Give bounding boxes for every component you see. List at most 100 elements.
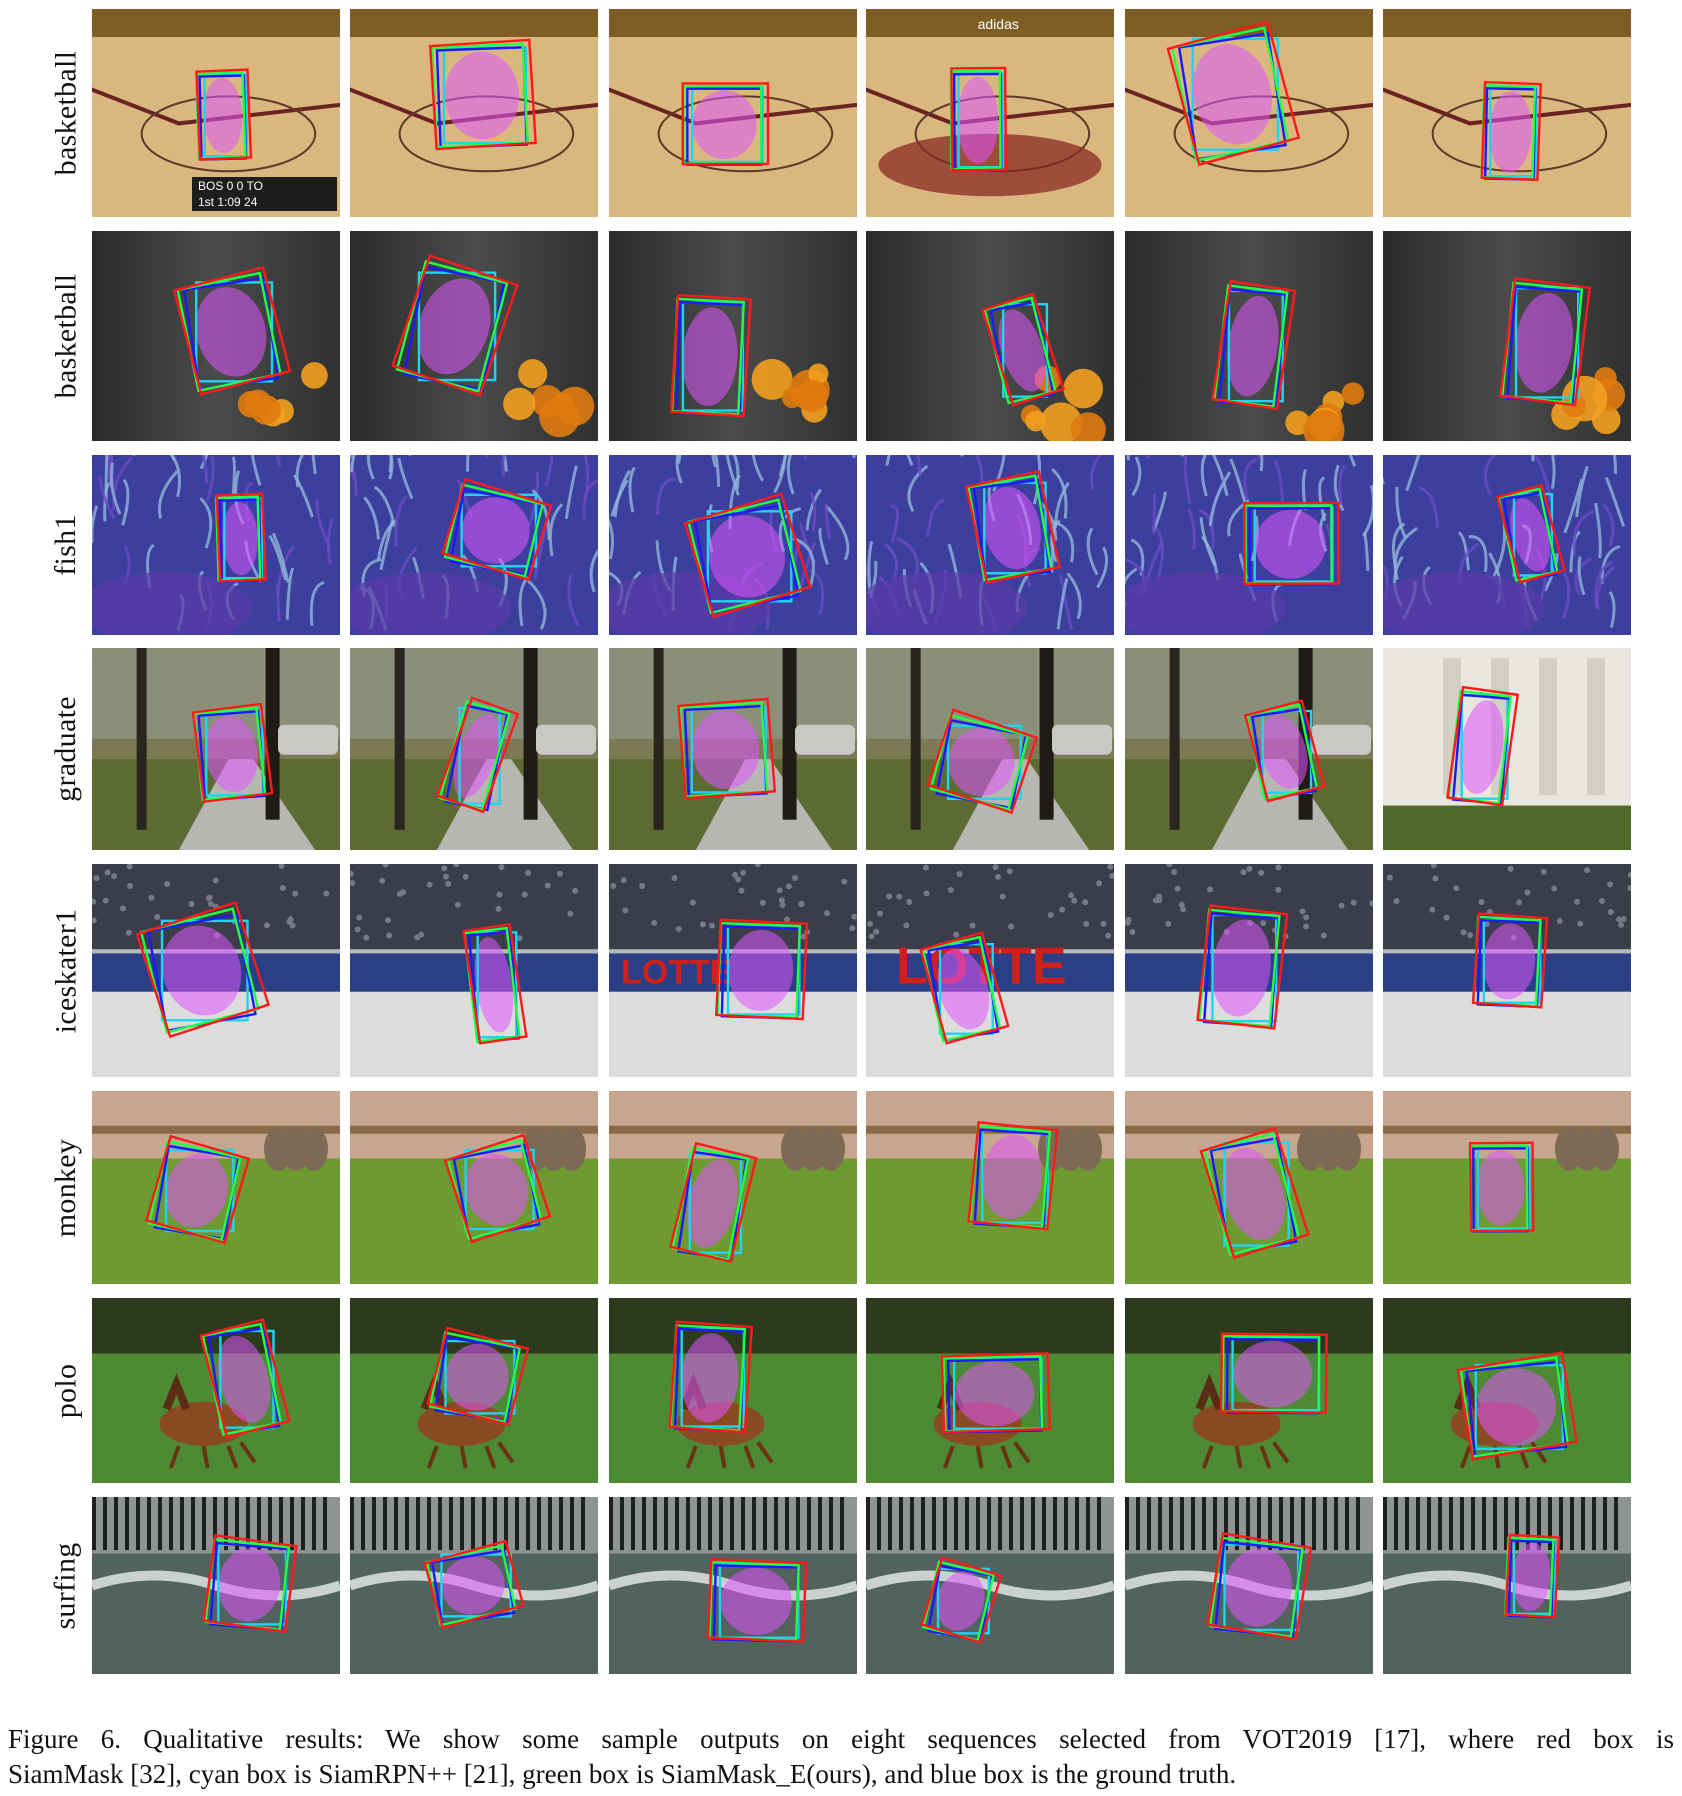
frame-3-2 (350, 455, 598, 635)
frame-image: LOTTE JSF (609, 864, 857, 1077)
frame-6-4 (866, 1091, 1114, 1284)
frame-image (350, 1298, 598, 1483)
frame-image (350, 231, 598, 441)
frame-image (92, 648, 340, 850)
frame-image (609, 1497, 857, 1674)
frame-7-3 (609, 1298, 857, 1483)
frame-8-5 (1125, 1497, 1373, 1674)
frame-4-5 (1125, 648, 1373, 850)
frame-image (1383, 231, 1631, 441)
frame-image (1383, 455, 1631, 635)
scoreboard-text: BOS 0 0 TO (198, 179, 263, 193)
frame-image (609, 1298, 857, 1483)
frame-image (866, 455, 1114, 635)
frame-image (1383, 9, 1631, 217)
frame-4-2 (350, 648, 598, 850)
frame-1-6 (1383, 9, 1631, 217)
frame-image (350, 648, 598, 850)
frame-image: BOS 0 0 TO 1st 1:09 24 (92, 9, 340, 217)
row-label-text: basketball (49, 50, 83, 176)
frame-image (350, 9, 598, 217)
frame-image (350, 1497, 598, 1674)
frame-image (609, 9, 857, 217)
caption-line-1: Figure 6. Qualitative results: We show s… (8, 1724, 1674, 1754)
row-label-text: polo (49, 1363, 83, 1418)
row-label-iceskater1: iceskater1 (46, 864, 86, 1077)
frame-image (1383, 1091, 1631, 1284)
frame-2-4 (866, 231, 1114, 441)
frame-image (92, 231, 340, 441)
frame-image (866, 231, 1114, 441)
frame-image (866, 1091, 1114, 1284)
frame-image (92, 1497, 340, 1674)
scoreboard-text-2: 1st 1:09 24 (198, 195, 258, 209)
frame-2-2 (350, 231, 598, 441)
frame-5-5 (1125, 864, 1373, 1077)
frame-6-6 (1383, 1091, 1631, 1284)
frame-1-2 (350, 9, 598, 217)
frame-5-6 (1383, 864, 1631, 1077)
frame-7-1 (92, 1298, 340, 1483)
frame-6-1 (92, 1091, 340, 1284)
frame-image (609, 455, 857, 635)
frame-5-3: LOTTE JSF (609, 864, 857, 1077)
frame-5-2 (350, 864, 598, 1077)
frame-4-4 (866, 648, 1114, 850)
row-label-polo: polo (46, 1298, 86, 1483)
frame-8-4 (866, 1497, 1114, 1674)
frame-image (350, 455, 598, 635)
frame-1-4: adidas (866, 9, 1114, 217)
qualitative-results-figure: basketball BOS 0 0 TO 1st 1:09 24 adidas bas… (0, 0, 1682, 1796)
frame-image (866, 1497, 1114, 1674)
lotte-text: LOTTE (621, 953, 732, 991)
frame-image (1125, 648, 1373, 850)
row-label-graduate: graduate (46, 648, 86, 850)
frame-image (1383, 1298, 1631, 1483)
frame-image (1125, 864, 1373, 1077)
frame-7-4 (866, 1298, 1114, 1483)
frame-image (92, 1091, 340, 1284)
frame-3-1 (92, 455, 340, 635)
frame-1-1: BOS 0 0 TO 1st 1:09 24 (92, 9, 340, 217)
frame-3-4 (866, 455, 1114, 635)
frame-image (609, 231, 857, 441)
frame-6-3 (609, 1091, 857, 1284)
frame-2-5 (1125, 231, 1373, 441)
row-label-text: monkey (49, 1138, 83, 1237)
row-label-text: surfing (49, 1541, 82, 1630)
frame-6-2 (350, 1091, 598, 1284)
segmentation-mask (692, 90, 757, 160)
row-label-surfing: surfing (46, 1497, 86, 1674)
frame-image (609, 1091, 857, 1284)
frame-image (866, 648, 1114, 850)
frame-8-3 (609, 1497, 857, 1674)
frame-5-1 (92, 864, 340, 1077)
row-label-text: fish1 (49, 514, 82, 576)
frame-image: LOTTE (866, 864, 1114, 1077)
row-label-text: basketball (49, 273, 83, 399)
row-label-text: graduate (49, 696, 83, 802)
frame-4-6 (1383, 648, 1631, 850)
frame-7-6 (1383, 1298, 1631, 1483)
segmentation-mask (1233, 1340, 1313, 1408)
frame-image (1125, 1091, 1373, 1284)
figure-caption: Figure 6. Qualitative results: We show s… (8, 1722, 1674, 1792)
row-label-monkey: monkey (46, 1091, 86, 1284)
segmentation-mask (1255, 509, 1326, 579)
frame-image (1125, 9, 1373, 217)
frame-7-5 (1125, 1298, 1373, 1483)
frame-3-6 (1383, 455, 1631, 635)
frame-image (609, 648, 857, 850)
frame-image (350, 1091, 598, 1284)
frame-8-1 (92, 1497, 340, 1674)
frame-image (1383, 648, 1631, 850)
caption-line-2: SiamMask [32], cyan box is SiamRPN++ [21… (8, 1759, 1237, 1789)
frame-5-4: LOTTE (866, 864, 1114, 1077)
row-label-basketball: basketball (46, 231, 86, 441)
frame-2-1 (92, 231, 340, 441)
row-label-text: iceskater1 (49, 908, 83, 1033)
frame-2-6 (1383, 231, 1631, 441)
sponsor-text: adidas (978, 16, 1019, 32)
frame-7-2 (350, 1298, 598, 1483)
frame-image (92, 455, 340, 635)
